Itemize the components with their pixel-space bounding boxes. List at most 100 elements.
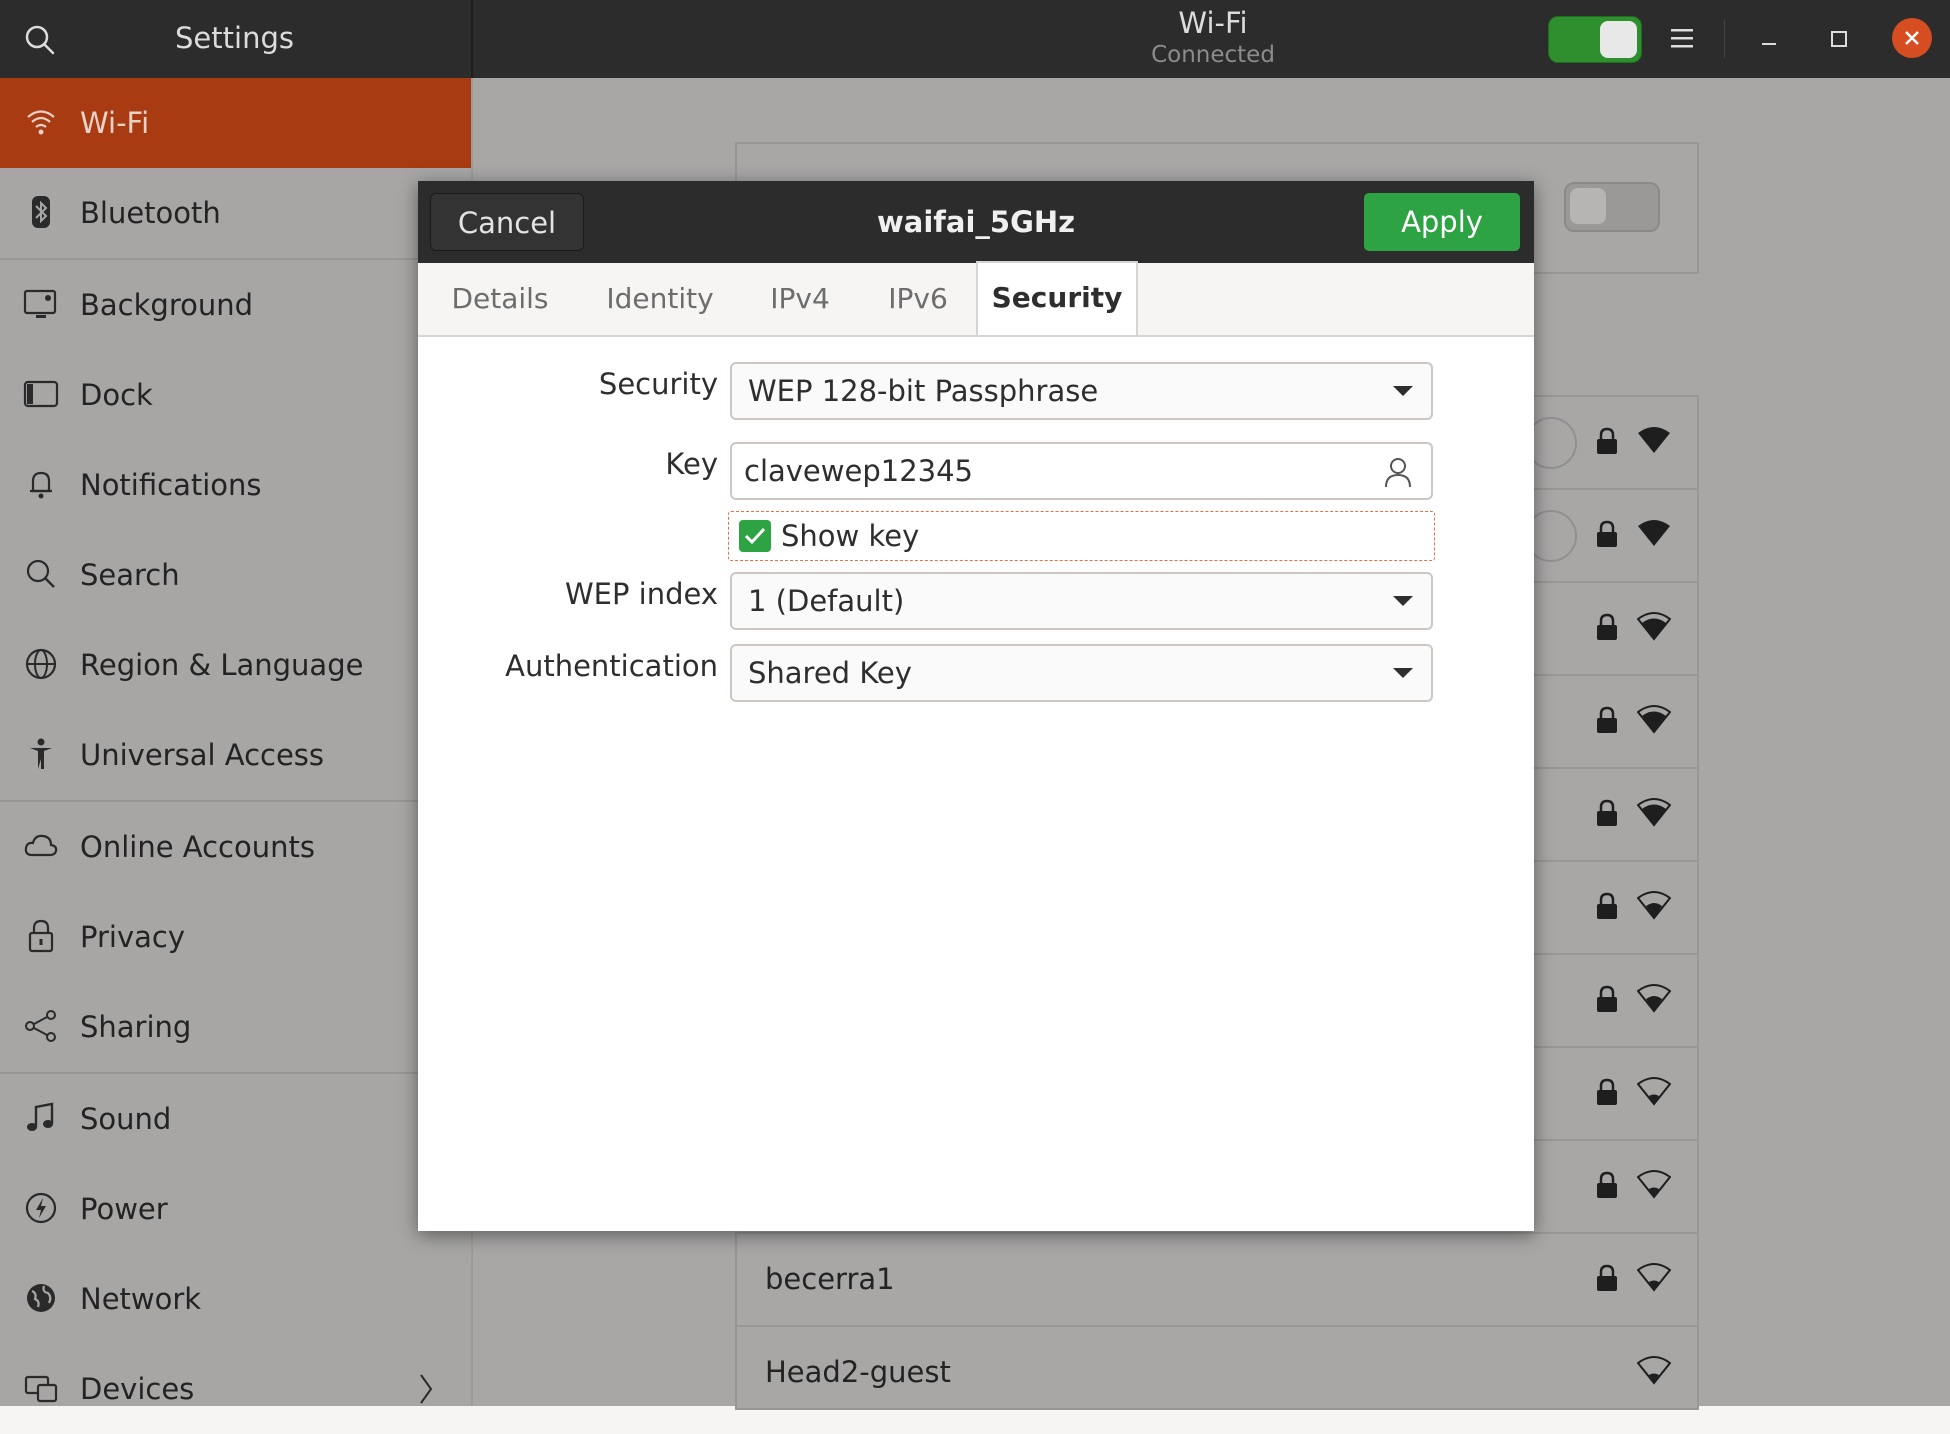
network-settings-dialog: Cancel waifai_5GHz Apply Details Identit…: [418, 181, 1534, 1231]
sidebar-item-label: Online Accounts: [80, 830, 315, 864]
wifi-signal-icon: [1637, 425, 1671, 455]
dock-icon: [22, 375, 60, 413]
show-key-checkbox-row[interactable]: Show key: [728, 511, 1435, 561]
header-divider: [471, 0, 473, 78]
authentication-dropdown[interactable]: Shared Key: [730, 644, 1433, 702]
key-value: clavewep12345: [744, 454, 973, 488]
cancel-button[interactable]: Cancel: [430, 193, 584, 251]
lock-icon: [22, 917, 60, 955]
panel-subtitle: Connected: [1151, 42, 1275, 68]
user-icon[interactable]: [1383, 456, 1413, 488]
sidebar-item-background[interactable]: Background: [0, 260, 471, 350]
sidebar-item-label: Bluetooth: [80, 196, 221, 230]
wifi-icon: [22, 103, 60, 141]
wep-index-value: 1 (Default): [748, 584, 905, 618]
maximize-icon[interactable]: [1826, 26, 1852, 52]
wifi-signal-icon: [1636, 983, 1672, 1013]
sidebar-item-bluetooth[interactable]: Bluetooth: [0, 168, 471, 258]
sidebar-item-label: Network: [80, 1282, 202, 1316]
sidebar-item-online-accounts[interactable]: Online Accounts: [0, 802, 471, 892]
sidebar-item-region-language[interactable]: Region & Language: [0, 620, 471, 710]
network-row[interactable]: Head2-guest: [737, 1327, 1697, 1418]
network-icon: [22, 1279, 60, 1317]
bell-icon: [22, 465, 60, 503]
security-label: Security: [598, 367, 718, 401]
sidebar-item-label: Sharing: [80, 1010, 192, 1044]
key-label: Key: [665, 447, 718, 481]
sidebar-item-label: Sound: [80, 1102, 172, 1136]
lock-icon: [1595, 1264, 1619, 1292]
search-icon: [22, 555, 60, 593]
accessibility-icon: [22, 735, 60, 773]
wifi-signal-icon: [1636, 890, 1672, 920]
panel-title: Wi-Fi: [1178, 6, 1248, 40]
share-icon: [22, 1007, 60, 1045]
devices-icon: [22, 1369, 60, 1407]
tab-ipv6[interactable]: IPv6: [862, 263, 974, 335]
key-input[interactable]: clavewep12345: [730, 442, 1433, 500]
wifi-toggle[interactable]: [1548, 16, 1642, 63]
power-icon: [22, 1189, 60, 1227]
menu-icon[interactable]: [1668, 24, 1696, 52]
airplane-mode-toggle[interactable]: [1564, 182, 1660, 232]
minimize-icon[interactable]: [1756, 26, 1782, 52]
dialog-header: Cancel waifai_5GHz Apply: [418, 181, 1534, 263]
sidebar-item-network[interactable]: Network: [0, 1254, 471, 1344]
toggle-knob: [1600, 21, 1637, 58]
tab-identity[interactable]: Identity: [586, 263, 734, 335]
network-name: becerra1: [765, 1262, 895, 1296]
sidebar-item-dock[interactable]: Dock: [0, 350, 471, 440]
wifi-signal-icon: [1637, 518, 1671, 548]
lock-icon: [1595, 799, 1619, 827]
chevron-down-icon: [1393, 596, 1413, 606]
close-icon[interactable]: [1892, 18, 1932, 58]
network-name: Head2-guest: [765, 1355, 951, 1389]
globe-icon: [22, 645, 60, 683]
tab-ipv4[interactable]: IPv4: [744, 263, 856, 335]
tab-details[interactable]: Details: [426, 263, 574, 335]
sidebar-item-label: Power: [80, 1192, 168, 1226]
wifi-signal-icon: [1636, 1262, 1672, 1292]
lock-icon: [1595, 613, 1619, 641]
lock-icon: [1595, 892, 1619, 920]
sidebar-item-power[interactable]: Power: [0, 1164, 471, 1254]
apply-button[interactable]: Apply: [1364, 193, 1520, 251]
chevron-down-icon: [1393, 386, 1413, 396]
tab-security[interactable]: Security: [976, 261, 1138, 335]
show-key-label: Show key: [781, 519, 920, 553]
network-row[interactable]: becerra1: [737, 1234, 1697, 1327]
tab-bar: Details Identity IPv4 IPv6 Security: [418, 261, 1534, 337]
sidebar-item-search[interactable]: Search: [0, 530, 471, 620]
wep-index-dropdown[interactable]: 1 (Default): [730, 572, 1433, 630]
lock-icon: [1595, 1078, 1619, 1106]
wifi-signal-icon: [1636, 1355, 1672, 1385]
sidebar-item-universal-access[interactable]: Universal Access: [0, 710, 471, 800]
sidebar-item-notifications[interactable]: Notifications: [0, 440, 471, 530]
toggle-knob: [1570, 188, 1606, 224]
sidebar-item-label: Universal Access: [80, 738, 325, 772]
show-key-checkbox[interactable]: [739, 520, 771, 552]
sidebar-item-devices[interactable]: Devices: [0, 1344, 471, 1434]
wifi-signal-icon: [1636, 1076, 1672, 1106]
lock-icon: [1595, 520, 1619, 548]
lock-icon: [1595, 706, 1619, 734]
sidebar-item-label: Devices: [80, 1372, 195, 1406]
sidebar-item-label: Search: [80, 558, 180, 592]
sidebar-item-sharing[interactable]: Sharing: [0, 982, 471, 1072]
sidebar-item-label: Background: [80, 288, 254, 322]
sidebar-item-privacy[interactable]: Privacy: [0, 892, 471, 982]
sidebar-item-label: Notifications: [80, 468, 262, 502]
security-dropdown[interactable]: WEP 128-bit Passphrase: [730, 362, 1433, 420]
search-icon[interactable]: [22, 22, 58, 58]
sidebar: Wi-Fi Bluetooth Background Dock Notifica…: [0, 78, 471, 1406]
dialog-title: waifai_5GHz: [876, 205, 1076, 239]
wifi-signal-icon: [1636, 704, 1672, 734]
chevron-down-icon: [1393, 668, 1413, 678]
authentication-label: Authentication: [505, 649, 718, 683]
sidebar-item-label: Dock: [80, 378, 153, 412]
wep-index-label: WEP index: [564, 577, 718, 611]
sidebar-item-wifi[interactable]: Wi-Fi: [0, 78, 471, 168]
wifi-signal-icon: [1636, 797, 1672, 827]
sidebar-item-sound[interactable]: Sound: [0, 1074, 471, 1164]
header-bar: Settings Wi-Fi Connected: [0, 0, 1950, 78]
